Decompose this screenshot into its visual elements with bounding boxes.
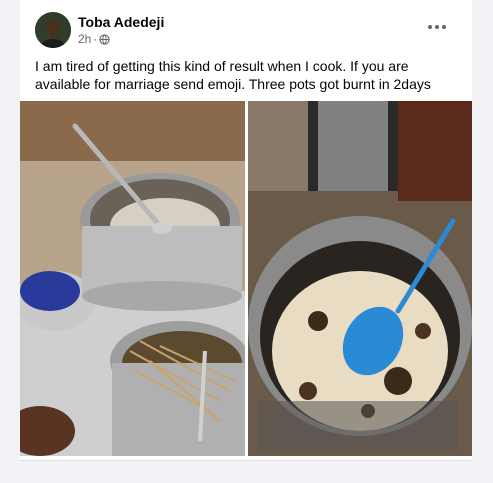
globe-icon[interactable] bbox=[99, 33, 111, 45]
more-dot-icon bbox=[435, 25, 439, 29]
post-photo-kitchen-sink[interactable] bbox=[20, 101, 245, 456]
post-card: Toba Adedeji 2h · I am tired of getting … bbox=[20, 0, 472, 461]
post-text: I am tired of getting this kind of resul… bbox=[35, 58, 431, 92]
more-dot-icon bbox=[442, 25, 446, 29]
post-photo-burnt-rice[interactable] bbox=[248, 101, 472, 456]
post-time[interactable]: 2h bbox=[78, 32, 91, 46]
author-avatar[interactable] bbox=[35, 12, 71, 48]
more-options-button[interactable] bbox=[425, 20, 449, 34]
author-name[interactable]: Toba Adedeji bbox=[78, 14, 164, 30]
more-dot-icon bbox=[428, 25, 432, 29]
post-meta: 2h · bbox=[78, 32, 111, 46]
